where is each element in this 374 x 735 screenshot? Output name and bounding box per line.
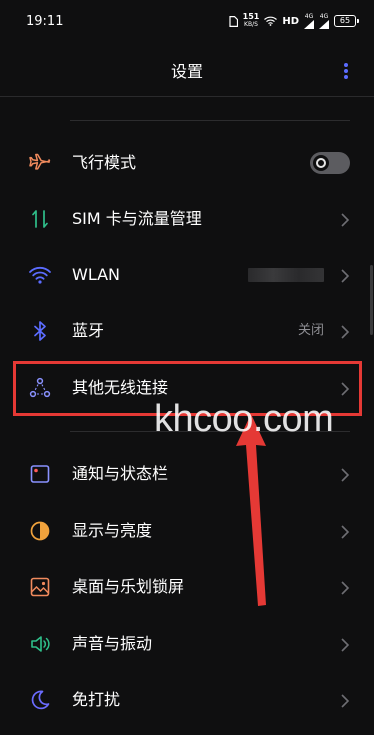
sim-traffic-icon (32, 210, 48, 228)
more-vert-icon[interactable] (339, 62, 353, 80)
settings-item-label: SIM 卡与流量管理 (72, 209, 202, 228)
settings-item-airplane-mode[interactable]: 飞行模式 (0, 135, 374, 191)
chevron-right-icon (341, 213, 350, 227)
notification-icon (30, 465, 50, 483)
header-divider (0, 96, 374, 97)
settings-item-notification[interactable]: 通知与状态栏 (0, 446, 374, 502)
settings-item-wlan[interactable]: WLAN (0, 247, 374, 303)
wlan-name-redacted (248, 268, 324, 282)
bluetooth-status: 关闭 (297, 323, 324, 338)
chevron-right-icon (341, 325, 350, 339)
signal-2: 4G (319, 13, 329, 29)
wifi-status-icon (264, 16, 278, 26)
signal-1: 4G (304, 13, 314, 29)
settings-item-label: 显示与亮度 (72, 521, 153, 540)
settings-item-label: 通知与状态栏 (72, 464, 169, 483)
page-title: 设置 (170, 62, 203, 81)
chevron-right-icon (341, 525, 350, 539)
chevron-right-icon (341, 638, 350, 652)
chevron-right-icon (341, 581, 350, 595)
settings-item-sim-traffic[interactable]: SIM 卡与流量管理 (0, 191, 374, 247)
net-speed: 151 KB/S (242, 12, 260, 29)
desktop-wallpaper-icon (30, 577, 50, 597)
settings-item-bluetooth[interactable]: 蓝牙 关闭 (0, 303, 374, 359)
settings-item-label: WLAN (72, 265, 121, 284)
battery-indicator: 65 (334, 15, 359, 27)
chevron-right-icon (341, 694, 350, 708)
wifi-icon (29, 266, 51, 284)
settings-item-do-not-disturb[interactable]: 免打扰 (0, 672, 374, 728)
settings-item-label: 声音与振动 (72, 634, 153, 653)
moon-icon (31, 690, 50, 710)
chevron-right-icon (341, 269, 350, 283)
status-icons: 151 KB/S HD 4G 4G 65 (229, 12, 359, 29)
signal-bars-icon (304, 19, 314, 29)
settings-item-label: 蓝牙 (72, 321, 105, 340)
airplane-mode-toggle[interactable] (310, 152, 350, 174)
settings-item-display[interactable]: 显示与亮度 (0, 503, 374, 559)
settings-item-sound[interactable]: 声音与振动 (0, 616, 374, 672)
signal-bars-icon (319, 19, 329, 29)
settings-item-desktop-lockscreen[interactable]: 桌面与乐划锁屏 (0, 559, 374, 615)
display-brightness-icon (30, 521, 50, 541)
section-divider (70, 120, 350, 121)
bluetooth-icon (34, 321, 46, 341)
chevron-right-icon (341, 468, 350, 482)
sim-card-icon (229, 15, 238, 27)
scroll-indicator[interactable] (370, 265, 373, 335)
hd-label: HD (282, 15, 299, 27)
airplane-icon (29, 153, 51, 170)
status-bar: 19:11 151 KB/S HD 4G 4G 65 (0, 0, 374, 40)
settings-item-label: 桌面与乐划锁屏 (72, 577, 185, 596)
settings-item-label: 免打扰 (72, 690, 121, 709)
toggle-knob (313, 155, 329, 171)
sound-icon (31, 636, 50, 652)
watermark: khcoo.com (154, 398, 334, 440)
status-time: 19:11 (26, 14, 64, 29)
settings-item-label: 飞行模式 (72, 153, 137, 172)
